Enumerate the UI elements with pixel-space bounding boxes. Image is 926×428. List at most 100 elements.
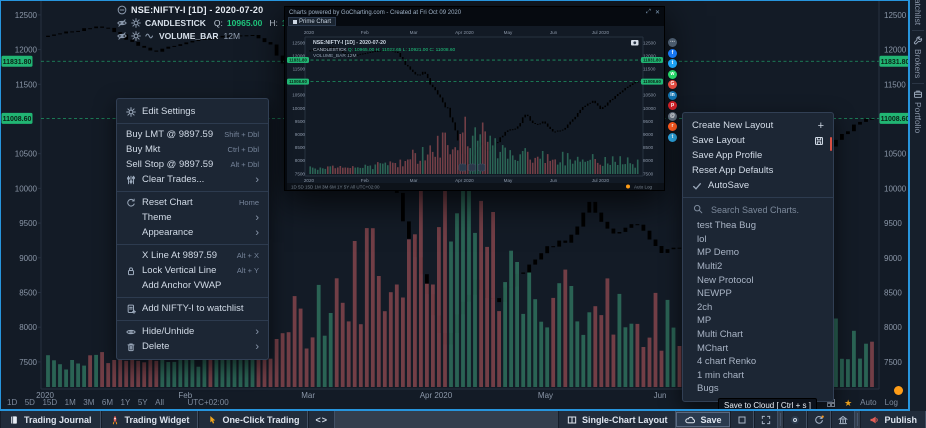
saved-chart-item[interactable]: MChart: [683, 341, 833, 355]
menu-item-theme[interactable]: Theme›: [117, 210, 268, 225]
share-facebook-button[interactable]: f: [668, 49, 677, 58]
timeframe-1M[interactable]: 1M: [65, 398, 76, 407]
menu-item-appearance[interactable]: Appearance›: [117, 225, 268, 240]
trading-journal-button[interactable]: Trading Journal: [0, 411, 101, 428]
search-input[interactable]: [709, 204, 821, 216]
saved-chart-item[interactable]: 4 chart Renko: [683, 355, 833, 369]
menu-item-x-line[interactable]: X Line At 9897.59Alt + X: [117, 248, 268, 263]
bank-icon: [838, 415, 848, 425]
sidebar-tab-watchlist[interactable]: Watchlist: [913, 0, 923, 30]
menu-item-edit-settings[interactable]: Edit Settings: [117, 104, 268, 119]
one-click-trading-button[interactable]: One-Click Trading: [198, 411, 308, 428]
pointer-icon: [207, 415, 217, 425]
menu-item-lock-vertical-line[interactable]: Lock Vertical LineAlt + Y: [117, 263, 268, 278]
menu-item-clear-trades[interactable]: Clear Trades...›: [117, 172, 268, 187]
saved-chart-item[interactable]: Multi2: [683, 260, 833, 274]
timeframe-1Y[interactable]: 1Y: [121, 398, 131, 407]
share-telegram-button[interactable]: t: [668, 133, 677, 142]
eye-off-icon[interactable]: [117, 18, 127, 28]
chart-context-menu: Edit Settings Buy LMT @ 9897.59Shift + Db…: [116, 98, 269, 360]
publish-button[interactable]: Publish: [860, 411, 926, 428]
single-chart-layout-button[interactable]: Single-Chart Layout: [558, 411, 677, 428]
menu-item-save-layout[interactable]: Save Layout: [683, 133, 833, 148]
timeframe-15D[interactable]: 15D: [42, 398, 57, 407]
saved-chart-item[interactable]: New Protocol: [683, 273, 833, 287]
menu-item-hide-unhide[interactable]: Hide/Unhide›: [117, 324, 268, 339]
code-snippet-button[interactable]: <>: [308, 411, 335, 428]
timeframe-5D[interactable]: 5D: [25, 398, 35, 407]
share-email-button[interactable]: @: [668, 112, 677, 121]
saved-chart-item[interactable]: MP Demo: [683, 246, 833, 260]
share-twitter-button[interactable]: t: [668, 59, 677, 68]
timeframe-3M[interactable]: 3M: [83, 398, 94, 407]
menu-item-autosave[interactable]: AutoSave: [683, 178, 833, 193]
svg-text:Mar: Mar: [410, 30, 418, 35]
share-google-plus-button[interactable]: G: [668, 80, 677, 89]
timeframe-6M[interactable]: 6M: [102, 398, 113, 407]
sidebar-tab-brokers[interactable]: Brokers: [913, 31, 923, 83]
saved-chart-item[interactable]: MP: [683, 314, 833, 328]
svg-text:8000: 8000: [884, 323, 902, 332]
svg-text:11008.60: 11008.60: [881, 116, 909, 123]
timeframe-All[interactable]: All: [155, 398, 164, 407]
saved-chart-item[interactable]: lol: [683, 233, 833, 247]
share-reddit-button[interactable]: r: [668, 122, 677, 131]
menu-item-buy-mkt[interactable]: Buy MktCtrl + Dbl: [117, 142, 268, 157]
menu-item-save-app-profile[interactable]: Save App Profile: [683, 148, 833, 163]
share-linkedin-button[interactable]: in: [668, 91, 677, 100]
menu-item-sell-stop[interactable]: Sell Stop @ 9897.59Alt + Dbl: [117, 157, 268, 172]
saved-chart-item[interactable]: 2ch: [683, 301, 833, 315]
briefcase-icon: [913, 89, 923, 99]
svg-text:12000: 12000: [15, 46, 38, 55]
saved-charts-search[interactable]: [683, 201, 833, 219]
saved-chart-item[interactable]: 1 min chart: [683, 369, 833, 383]
menu-item-add-anchor-vwap[interactable]: Add Anchor VWAP: [117, 278, 268, 293]
share-pinterest-button[interactable]: p: [668, 101, 677, 110]
notification-dot[interactable]: [894, 386, 903, 395]
share-whatsapp-button[interactable]: w: [668, 70, 677, 79]
saved-chart-item[interactable]: Bugs: [683, 382, 833, 396]
menu-item-add-to-watchlist[interactable]: Add NIFTY-I to watchlist: [117, 301, 268, 316]
tab-prime-chart[interactable]: Prime Chart: [288, 17, 336, 26]
timeframe-5Y[interactable]: 5Y: [138, 398, 148, 407]
saved-chart-item[interactable]: Multi Chart: [683, 328, 833, 342]
log-scale-label[interactable]: Log: [885, 398, 898, 407]
svg-text:8500: 8500: [19, 289, 37, 298]
sync-button[interactable]: [807, 411, 831, 428]
close-icon[interactable]: ✕: [655, 9, 660, 16]
wrench-icon: [913, 36, 923, 46]
stop-layout-button[interactable]: [730, 411, 754, 428]
svg-text:VOLUME_BAR 12M: VOLUME_BAR 12M: [313, 53, 356, 59]
bottom-toolbar: Trading Journal Trading Widget One-Click…: [0, 411, 926, 428]
menu-item-buy-lmt[interactable]: Buy LMT @ 9897.59Shift + Dbl: [117, 127, 268, 142]
menu-item-create-new-layout[interactable]: Create New Layout+: [683, 118, 833, 133]
eye-off-icon[interactable]: [117, 31, 127, 41]
menu-item-reset-app-defaults[interactable]: Reset App Defaults: [683, 163, 833, 178]
chevron-right-icon: ›: [255, 341, 259, 353]
zoom-out-icon[interactable]: [117, 5, 127, 15]
sidebar-tab-portfolio[interactable]: Portfolio: [913, 84, 923, 138]
gear-icon[interactable]: [131, 18, 141, 28]
sliders-icon: [126, 175, 142, 185]
saved-chart-item[interactable]: NEWPP: [683, 287, 833, 301]
timeframe-1D[interactable]: 1D: [7, 398, 17, 407]
saved-chart-item[interactable]: test Thea Bug: [683, 219, 833, 233]
svg-text:7500: 7500: [19, 358, 37, 367]
timezone-label[interactable]: UTC+02:00: [188, 398, 229, 407]
svg-text:8000: 8000: [19, 323, 37, 332]
fullscreen-button[interactable]: [754, 411, 778, 428]
broker-button[interactable]: [831, 411, 855, 428]
share-share-button[interactable]: ⋯: [668, 38, 677, 47]
symbol-title[interactable]: NSE:NIFTY-I [1D] - 2020-07-20: [131, 5, 263, 15]
menu-item-delete[interactable]: Delete›: [117, 339, 268, 354]
gear-icon[interactable]: [131, 31, 141, 41]
svg-text:10000: 10000: [884, 184, 907, 193]
scrollbar-thumb[interactable]: [830, 137, 833, 151]
snapshot-button[interactable]: [783, 411, 807, 428]
menu-item-reset-chart[interactable]: Reset ChartHome: [117, 195, 268, 210]
trading-widget-button[interactable]: Trading Widget: [101, 411, 199, 428]
auto-scale-label[interactable]: Auto: [860, 398, 876, 407]
save-button[interactable]: Save: [676, 412, 730, 427]
svg-text:11008.60: 11008.60: [643, 79, 661, 84]
expand-icon[interactable]: ⤢: [646, 9, 651, 16]
